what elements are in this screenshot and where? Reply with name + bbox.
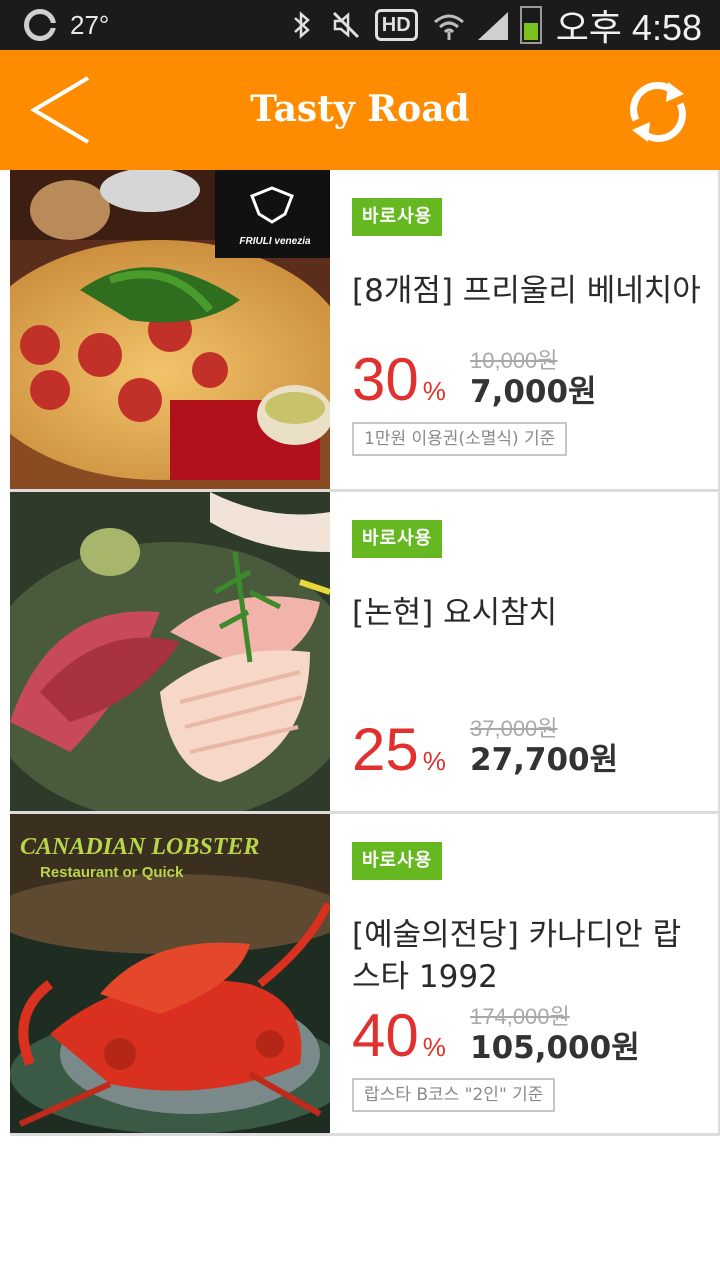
deal-note: 1만원 이용권(소멸식) 기준 bbox=[352, 422, 568, 456]
percent-sign: % bbox=[422, 1032, 446, 1062]
page-title: Tasty Road bbox=[250, 88, 470, 130]
status-bar: 27° HD 오후 4:58 bbox=[0, 0, 720, 50]
deal-list: FRIULI venezia 바로사용 [8개점] 프리울리 베네치아 30% … bbox=[10, 170, 720, 1136]
refresh-button[interactable] bbox=[622, 76, 694, 148]
discount-rate: 25% bbox=[352, 720, 446, 791]
deal-image-pizza: FRIULI venezia bbox=[10, 170, 330, 489]
discount-rate: 40% bbox=[352, 1006, 446, 1077]
deal-title: [논현] 요시참치 bbox=[352, 595, 558, 631]
mute-icon bbox=[331, 10, 361, 40]
original-price: 37,000원 bbox=[470, 716, 558, 741]
image-logo-subtext: Restaurant or Quick bbox=[40, 864, 184, 881]
carrier-icon bbox=[24, 9, 56, 41]
refresh-icon bbox=[630, 82, 686, 142]
discount-value: 30 bbox=[352, 346, 419, 413]
instant-use-badge: 바로사용 bbox=[352, 842, 443, 880]
discount-rate: 30% bbox=[352, 350, 446, 421]
percent-sign: % bbox=[422, 376, 446, 406]
discount-value: 40 bbox=[352, 1002, 419, 1069]
deal-image-tuna bbox=[10, 492, 330, 811]
deal-image-lobster: CANADIAN LOBSTER Restaurant or Quick bbox=[10, 814, 330, 1133]
deal-title: [8개점] 프리울리 베네치아 bbox=[352, 273, 701, 309]
battery-icon bbox=[519, 6, 542, 44]
image-logo-text: CANADIAN LOBSTER bbox=[20, 834, 260, 860]
discount-value: 25 bbox=[352, 716, 419, 783]
deal-item[interactable]: FRIULI venezia 바로사용 [8개점] 프리울리 베네치아 30% … bbox=[10, 170, 720, 492]
deal-item[interactable]: 바로사용 [논현] 요시참치 25% 37,000원 27,700원 bbox=[10, 492, 720, 814]
wifi-icon bbox=[432, 10, 464, 40]
sale-price: 7,000원 bbox=[470, 374, 597, 410]
instant-use-badge: 바로사용 bbox=[352, 520, 443, 558]
original-price: 174,000원 bbox=[470, 1004, 570, 1029]
percent-sign: % bbox=[422, 746, 446, 776]
hd-voice-icon: HD bbox=[374, 9, 418, 41]
original-price: 10,000원 bbox=[470, 348, 558, 373]
bluetooth-icon bbox=[287, 10, 317, 40]
deal-item[interactable]: CANADIAN LOBSTER Restaurant or Quick 바로사… bbox=[10, 814, 720, 1136]
sale-price: 27,700원 bbox=[470, 742, 619, 778]
signal-icon bbox=[476, 10, 508, 40]
instant-use-badge: 바로사용 bbox=[352, 198, 443, 236]
deal-title: [예술의전당] 카나디안 랍스타 1992 bbox=[352, 917, 682, 995]
app-header: Tasty Road bbox=[0, 50, 720, 170]
battery-level bbox=[523, 23, 538, 40]
deal-note: 랍스타 B코스 "2인" 기준 bbox=[352, 1078, 556, 1112]
clock: 오후 4:58 bbox=[555, 7, 702, 48]
image-logo-text: FRIULI venezia bbox=[239, 236, 311, 247]
sale-price: 105,000원 bbox=[470, 1030, 640, 1066]
temperature: 27° bbox=[70, 9, 110, 40]
